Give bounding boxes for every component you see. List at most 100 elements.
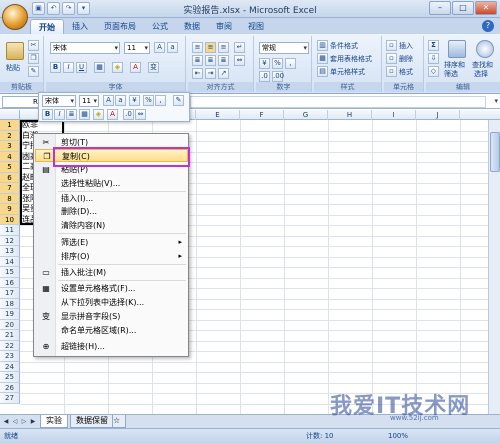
menu-item-13[interactable]: 命名单元格区域(R)...: [35, 324, 188, 337]
font-size-combo[interactable]: 11: [124, 42, 150, 54]
shrink-font-icon[interactable]: a: [167, 42, 178, 53]
format-as-table-button[interactable]: 套用表格格式: [330, 54, 372, 64]
mini-percent-icon[interactable]: %: [143, 95, 154, 106]
font-color-icon[interactable]: A: [130, 62, 141, 73]
cell-styles-button[interactable]: 单元格样式: [330, 67, 365, 77]
row-header-2[interactable]: 2: [0, 130, 20, 141]
align-left-icon[interactable]: ≣: [192, 55, 203, 66]
next-sheet-icon[interactable]: ▷: [20, 417, 28, 426]
mini-align-icon[interactable]: ≣: [66, 109, 77, 120]
row-header-21[interactable]: 21: [0, 330, 20, 341]
mini-grow-font-icon[interactable]: A: [103, 95, 114, 106]
row-header-12[interactable]: 12: [0, 235, 20, 246]
mini-format-painter-icon[interactable]: ✎: [173, 95, 184, 106]
formula-input[interactable]: [190, 96, 486, 108]
row-header-22[interactable]: 22: [0, 340, 20, 351]
row-header-10[interactable]: 10: [0, 214, 20, 225]
scroll-thumb[interactable]: [490, 132, 500, 172]
menu-item-4[interactable]: 插入(I)...: [35, 192, 188, 205]
row-header-14[interactable]: 14: [0, 256, 20, 267]
format-cells-button[interactable]: 格式: [399, 67, 413, 77]
mini-font-combo[interactable]: 宋体: [42, 95, 76, 107]
column-header-f[interactable]: F: [240, 110, 284, 120]
row-header-18[interactable]: 18: [0, 298, 20, 309]
currency-icon[interactable]: ¥: [259, 58, 270, 69]
mini-bold-icon[interactable]: B: [42, 109, 53, 120]
format-painter-icon[interactable]: ✎: [28, 66, 39, 77]
tab-6[interactable]: 视图: [240, 19, 272, 34]
menu-item-6[interactable]: 清除内容(N): [35, 219, 188, 232]
office-button[interactable]: [2, 4, 28, 30]
find-select-label-2[interactable]: 选择: [474, 69, 488, 79]
wrap-text-icon[interactable]: ↵: [234, 42, 245, 53]
fill-icon[interactable]: ⇩: [428, 53, 439, 64]
column-header-h[interactable]: H: [328, 110, 372, 120]
minimize-button[interactable]: –: [429, 1, 451, 15]
menu-item-5[interactable]: 删除(D)...: [35, 205, 188, 218]
font-name-combo[interactable]: 宋体: [50, 42, 120, 54]
prev-sheet-icon[interactable]: ◁: [11, 417, 19, 426]
name-box[interactable]: R1: [2, 96, 42, 108]
conditional-format-button[interactable]: 条件格式: [330, 41, 358, 51]
row-header-4[interactable]: 4: [0, 151, 20, 162]
menu-item-10[interactable]: ▦ 设置单元格格式(F)...: [35, 282, 188, 295]
sheet-tab-2[interactable]: 数据保留: [70, 415, 114, 428]
column-header-j[interactable]: J: [416, 110, 460, 120]
maximize-button[interactable]: □: [452, 1, 474, 15]
row-header-11[interactable]: 11: [0, 225, 20, 236]
column-header-g[interactable]: G: [284, 110, 328, 120]
fill-color-icon[interactable]: ◈: [112, 62, 123, 73]
menu-item-14[interactable]: ⊕ 超链接(H)...: [35, 340, 188, 353]
phonetic-icon[interactable]: 变: [148, 62, 159, 73]
mini-size-combo[interactable]: 11: [79, 95, 99, 107]
grow-font-icon[interactable]: A: [154, 42, 165, 53]
tab-2[interactable]: 页面布局: [96, 19, 144, 34]
align-middle-icon[interactable]: ≡: [205, 42, 216, 53]
row-header-27[interactable]: 27: [0, 393, 20, 404]
row-header-19[interactable]: 19: [0, 309, 20, 320]
menu-item-3[interactable]: 选择性粘贴(V)...: [35, 177, 188, 190]
tab-3[interactable]: 公式: [144, 19, 176, 34]
comma-icon[interactable]: ,: [285, 58, 296, 69]
number-format-combo[interactable]: 常规: [259, 42, 309, 54]
sort-filter-label-2[interactable]: 筛选: [444, 69, 458, 79]
underline-icon[interactable]: U: [76, 62, 87, 73]
row-header-16[interactable]: 16: [0, 277, 20, 288]
first-sheet-icon[interactable]: ◀: [2, 417, 10, 426]
copy-icon[interactable]: ❐: [28, 53, 39, 64]
find-select-icon[interactable]: [476, 40, 494, 58]
row-header-24[interactable]: 24: [0, 361, 20, 372]
row-header-25[interactable]: 25: [0, 372, 20, 383]
tab-0[interactable]: 开始: [30, 19, 64, 34]
sheet-tab-1[interactable]: 实验: [40, 415, 68, 428]
mini-currency-icon[interactable]: ¥: [129, 95, 140, 106]
expand-formula-icon[interactable]: ▾: [494, 97, 498, 105]
sort-filter-icon[interactable]: [448, 40, 466, 58]
delete-cells-button[interactable]: 删除: [399, 54, 413, 64]
menu-item-12[interactable]: 变 显示拼音字段(S): [35, 310, 188, 323]
row-header-17[interactable]: 17: [0, 288, 20, 299]
cut-icon[interactable]: ✂: [28, 40, 39, 51]
row-header-5[interactable]: 5: [0, 162, 20, 173]
decrease-indent-icon[interactable]: ⇤: [192, 68, 203, 79]
increase-indent-icon[interactable]: ⇥: [205, 68, 216, 79]
mini-merge-icon[interactable]: ⇔: [135, 109, 146, 120]
decrease-decimal-icon[interactable]: .00: [272, 71, 284, 82]
borders-icon[interactable]: ▦: [94, 62, 105, 73]
row-header-8[interactable]: 8: [0, 193, 20, 204]
paste-button[interactable]: 粘贴: [6, 63, 20, 73]
menu-item-8[interactable]: 排序(O) ▸: [35, 250, 188, 263]
menu-item-7[interactable]: 筛选(E) ▸: [35, 236, 188, 249]
tab-1[interactable]: 插入: [64, 19, 96, 34]
align-top-icon[interactable]: ≡: [192, 42, 203, 53]
row-header-13[interactable]: 13: [0, 246, 20, 257]
tab-5[interactable]: 审阅: [208, 19, 240, 34]
row-header-6[interactable]: 6: [0, 172, 20, 183]
italic-icon[interactable]: I: [63, 62, 74, 73]
row-header-15[interactable]: 15: [0, 267, 20, 278]
last-sheet-icon[interactable]: ▶: [29, 417, 37, 426]
mini-decimal-icon[interactable]: .0: [123, 109, 134, 120]
insert-cells-button[interactable]: 插入: [399, 41, 413, 51]
percent-icon[interactable]: %: [272, 58, 283, 69]
autosum-icon[interactable]: Σ: [428, 40, 439, 51]
